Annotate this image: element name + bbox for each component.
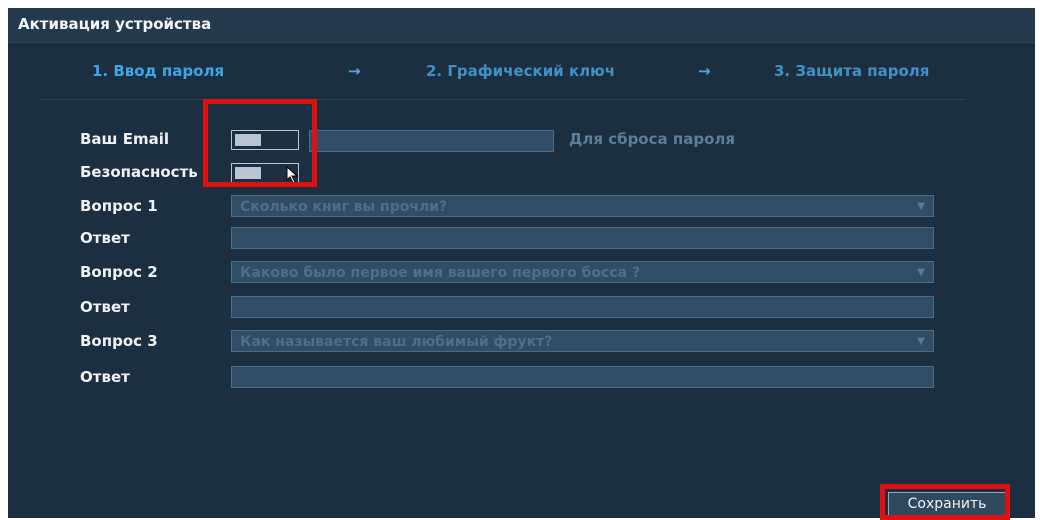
question-1-label: Вопрос 1 [80,197,158,215]
step-password-entry: 1. Ввод пароля [92,62,225,80]
answer-2-label: Ответ [80,298,130,316]
step-arrow-icon: → [348,62,361,80]
question-3-selected: Как называется ваш любимый фрукт? [240,334,553,350]
wizard-steps: 1. Ввод пароля → 2. Графический ключ → 3… [8,52,1035,92]
answer-2-input[interactable] [231,296,934,318]
question-2-label: Вопрос 2 [80,263,158,281]
device-activation-window: Активация устройства 1. Ввод пароля → 2.… [8,8,1035,518]
security-label: Безопасность [80,163,198,181]
email-label: Ваш Email [80,130,169,148]
question-2-select[interactable]: Каково было первое имя вашего первого бо… [231,261,934,283]
answer-1-label: Ответ [80,229,130,247]
chevron-down-icon: ▼ [917,267,925,278]
answer-1-input[interactable] [231,227,934,249]
steps-divider [40,99,965,100]
email-hint: Для сброса пароля [569,130,735,148]
chevron-down-icon: ▼ [917,336,925,347]
question-1-select[interactable]: Сколько книг вы прочли? ▼ [231,195,934,217]
title-bar: Активация устройства [8,8,1035,43]
window-title: Активация устройства [18,15,212,33]
question-3-select[interactable]: Как называется ваш любимый фрукт? ▼ [231,330,934,352]
highlight-save-button [880,484,1010,520]
chevron-down-icon: ▼ [917,201,925,212]
step-pattern-key: 2. Графический ключ [426,62,616,80]
answer-3-label: Ответ [80,368,130,386]
answer-3-input[interactable] [231,366,934,388]
question-1-selected: Сколько книг вы прочли? [240,199,448,215]
question-2-selected: Каково было первое имя вашего первого бо… [240,265,641,281]
question-3-label: Вопрос 3 [80,332,158,350]
highlight-toggles [203,99,317,187]
email-input[interactable] [309,130,554,152]
step-password-protection: 3. Защита пароля [774,62,930,80]
step-arrow-icon: → [698,62,711,80]
